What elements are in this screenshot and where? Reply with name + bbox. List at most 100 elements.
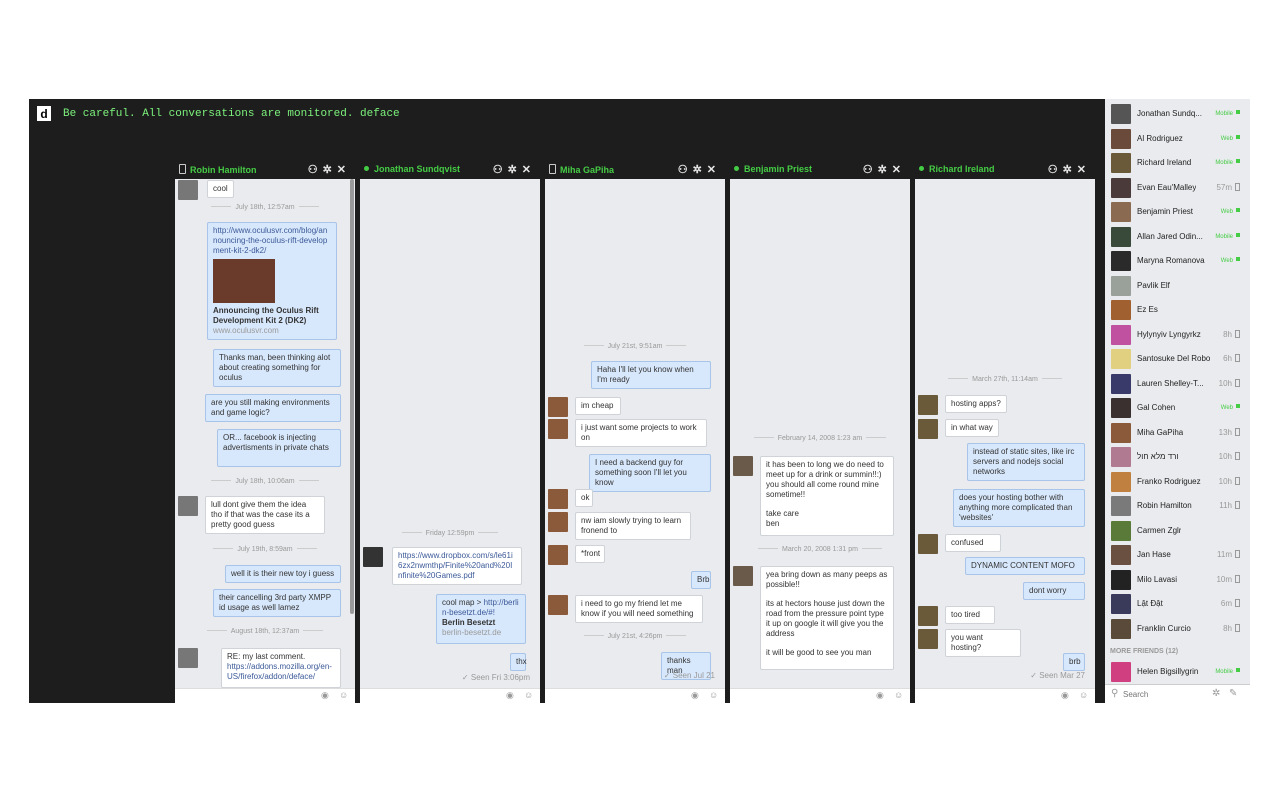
message-link[interactable]: https://addons.mozilla.org/en-US/firefox… [227,662,335,682]
camera-icon[interactable]: ◉ [876,690,884,701]
add-people-icon[interactable]: ⚇ [678,164,693,176]
buddy-row[interactable]: Milo Lavasi 10m [1105,568,1250,592]
buddy-row[interactable]: Helen Bigsillygrin Mobile [1105,660,1250,684]
contact-avatar[interactable] [918,419,938,439]
chat-header[interactable]: Robin Hamilton ⚇✲✕ [175,159,355,179]
emoji-icon[interactable]: ☺ [1079,690,1088,700]
camera-icon[interactable]: ◉ [321,690,329,701]
contact-avatar[interactable] [548,397,568,417]
chat-title[interactable]: Miha GaPiha [549,164,614,175]
contact-avatar[interactable] [548,545,568,565]
buddy-row[interactable]: Evan Eau'Malley 57m [1105,176,1250,200]
gear-icon[interactable]: ✲ [1063,164,1077,176]
link-title[interactable]: Announcing the Oculus Rift Development K… [213,306,331,326]
close-icon[interactable]: ✕ [707,164,721,176]
buddy-avatar [1111,471,1131,492]
buddy-row[interactable]: Allan Jared Odin... Mobile [1105,225,1250,249]
buddy-status-text: Web [1220,209,1233,215]
chat-composer[interactable]: ◉ ☺ [175,688,355,703]
buddy-row[interactable]: Carmen Zglr [1105,519,1250,543]
contact-avatar[interactable] [548,512,568,532]
camera-icon[interactable]: ◉ [506,690,514,701]
camera-icon[interactable]: ◉ [691,690,699,701]
buddy-row[interactable]: Gal Cohen Web [1105,396,1250,420]
chat-composer[interactable]: ◉ ☺ [360,688,540,703]
add-people-icon[interactable]: ⚇ [863,164,878,176]
buddy-row[interactable]: Franklin Curcio 8h [1105,617,1250,641]
chat-title[interactable]: Jonathan Sundqvist [364,164,460,174]
close-icon[interactable]: ✕ [1077,164,1091,176]
gear-icon[interactable]: ✲ [1212,688,1220,699]
contact-avatar[interactable] [548,419,568,439]
close-icon[interactable]: ✕ [337,164,351,176]
buddy-status: Mobile [1215,110,1240,117]
contact-avatar[interactable] [918,629,938,649]
chat-header[interactable]: Richard Ireland ⚇✲✕ [915,159,1095,179]
contact-avatar[interactable] [733,566,753,586]
chat-title[interactable]: Richard Ireland [919,164,995,174]
link-title[interactable]: Berlin Besetzt [442,618,520,628]
mobile-icon [1235,476,1240,485]
buddy-row[interactable]: Richard Ireland Mobile [1105,151,1250,175]
chat-composer[interactable]: ◉ ☺ [730,688,910,703]
contact-avatar[interactable] [178,496,198,516]
contact-avatar[interactable] [548,489,568,509]
buddy-row[interactable]: Robin Hamilton 11h [1105,494,1250,518]
buddy-row[interactable]: Pavlik Elf [1105,274,1250,298]
contact-avatar[interactable] [363,547,383,567]
contact-avatar[interactable] [178,180,198,200]
close-icon[interactable]: ✕ [892,164,906,176]
buddy-row[interactable]: Maryna Romanova Web [1105,249,1250,273]
chat-header[interactable]: Jonathan Sundqvist ⚇✲✕ [360,159,540,179]
buddy-row[interactable]: Benjamin Priest Web [1105,200,1250,224]
gear-icon[interactable]: ✲ [693,164,707,176]
chat-header[interactable]: Miha GaPiha ⚇✲✕ [545,159,725,179]
buddy-row[interactable]: Lật Đật 6m [1105,592,1250,616]
contact-avatar[interactable] [733,456,753,476]
divider [211,480,232,481]
add-people-icon[interactable]: ⚇ [1048,164,1063,176]
emoji-icon[interactable]: ☺ [894,690,903,700]
contact-avatar[interactable] [918,534,938,554]
buddy-row[interactable]: Hylynyiv Lyngyrkz 8h [1105,323,1250,347]
gear-icon[interactable]: ✲ [323,164,337,176]
chat-messages[interactable]: Friday 12:59pm https://www.dropbox.com/s/… [360,179,540,689]
search-input[interactable] [1123,688,1208,700]
gear-icon[interactable]: ✲ [878,164,892,176]
contact-avatar[interactable] [548,595,568,615]
buddy-row[interactable]: Jonathan Sundq... Mobile [1105,102,1250,126]
gear-icon[interactable]: ✲ [508,164,522,176]
chat-messages[interactable]: March 27th, 11:14am hosting apps? in what … [915,179,1095,689]
camera-icon[interactable]: ◉ [1061,690,1069,701]
contact-avatar[interactable] [178,648,198,668]
buddy-row[interactable]: Ez Es [1105,298,1250,322]
message-link[interactable]: http://www.oculusvr.com/blog/announcing-… [213,226,331,256]
compose-icon[interactable]: ✎ [1229,688,1237,699]
buddy-row[interactable]: Franko Rodriguez 10h [1105,470,1250,494]
buddy-row[interactable]: Santosuke Del Robo 6h [1105,347,1250,371]
buddy-row[interactable]: Lauren Shelley-T... 10h [1105,372,1250,396]
chat-header[interactable]: Benjamin Priest ⚇✲✕ [730,159,910,179]
add-people-icon[interactable]: ⚇ [493,164,508,176]
buddy-row[interactable]: ורד מלא חול 10h [1105,445,1250,469]
buddy-search[interactable]: ⚲ ✲ ✎ [1105,684,1250,703]
message-link[interactable]: https://www.dropbox.com/s/le61i6zx2nwmth… [398,551,516,581]
emoji-icon[interactable]: ☺ [339,690,348,700]
chat-messages[interactable]: February 14, 2008 1:23 am it has been to … [730,179,910,689]
buddy-row[interactable]: Miha GaPiha 13h [1105,421,1250,445]
contact-avatar[interactable] [918,395,938,415]
buddy-row[interactable]: Jan Hase 11m [1105,543,1250,567]
chat-messages[interactable]: cool July 18th, 12:57am http://www.oculusv… [175,179,355,689]
emoji-icon[interactable]: ☺ [524,690,533,700]
chat-title[interactable]: Robin Hamilton [179,164,257,175]
chat-title[interactable]: Benjamin Priest [734,164,812,174]
chat-composer[interactable]: ◉ ☺ [545,688,725,703]
emoji-icon[interactable]: ☺ [709,690,718,700]
buddy-row[interactable]: Al Rodriguez Web [1105,127,1250,151]
chat-composer[interactable]: ◉ ☺ [915,688,1095,703]
buddy-status-text: 10h [1218,476,1232,486]
close-icon[interactable]: ✕ [522,164,536,176]
chat-messages[interactable]: July 21st, 9:51am Haha I'll let you know … [545,179,725,689]
contact-avatar[interactable] [918,606,938,626]
add-people-icon[interactable]: ⚇ [308,164,323,176]
